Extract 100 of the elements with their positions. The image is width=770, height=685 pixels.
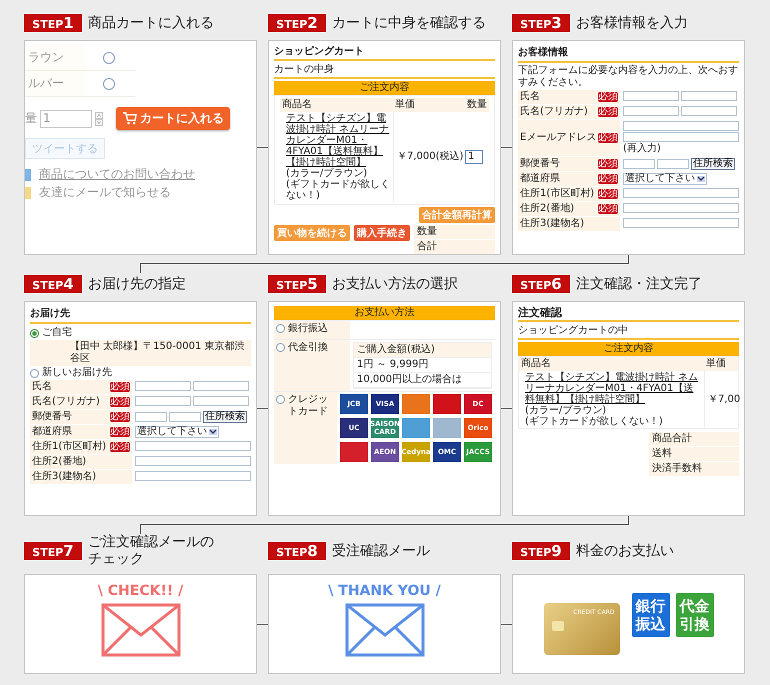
input-field[interactable] [623, 91, 679, 101]
column-header: 単価 [393, 98, 465, 112]
input-field[interactable] [623, 188, 739, 198]
input-field[interactable] [135, 396, 191, 406]
radio-button[interactable] [103, 78, 115, 90]
table-title: ご注文内容 [274, 81, 495, 95]
option-label: ご自宅 [42, 327, 72, 339]
product-option: (カラー/ブラウン) [525, 405, 702, 416]
radio-button[interactable] [276, 343, 285, 352]
input-field[interactable] [623, 218, 739, 228]
required-badge: 必須 [598, 204, 618, 214]
field-label: 住所3(建物名) [520, 218, 586, 230]
radio-button[interactable] [30, 368, 39, 378]
prefecture-select[interactable]: 選択して下さい [135, 426, 219, 438]
radio-button[interactable] [30, 328, 39, 338]
payment-method-label: クレジットカード [288, 394, 329, 418]
input-field[interactable] [135, 412, 167, 422]
payment-method-label: 銀行振込 [288, 323, 328, 335]
input-field[interactable] [135, 456, 251, 466]
column-header: 商品名 [519, 357, 704, 371]
field-note: (再入力) [623, 143, 662, 155]
input-field[interactable] [135, 471, 251, 481]
input-field[interactable] [623, 121, 739, 131]
spinner-icon[interactable] [95, 112, 103, 126]
table-title: ご注文内容 [518, 342, 739, 356]
step-title: 受注確認メール [332, 542, 430, 560]
input-field[interactable] [135, 441, 251, 451]
link[interactable]: 商品についてのお問い合わせ [39, 167, 195, 182]
address-text: 【田中 太郎様】〒150-0001 東京都渋谷区 [70, 341, 245, 364]
section-title: カートの中身 [274, 63, 495, 79]
address-search-button[interactable]: 住所検索 [203, 411, 247, 423]
required-badge: 必須 [598, 92, 618, 102]
required-badge: 必須 [110, 427, 130, 437]
input-field[interactable] [623, 106, 679, 116]
field-label: Eメールアドレス [520, 132, 598, 144]
quantity-field[interactable]: 1 [465, 150, 483, 164]
input-field[interactable] [623, 132, 739, 142]
product-link[interactable]: テスト【シチズン】電波掛け時計 ネムリーナカレンダーM01・4FYA01【送料無料】【掛け時計空間】 [525, 372, 702, 405]
input-field[interactable] [623, 159, 655, 169]
price: ￥7,00 [708, 394, 740, 406]
quantity-label: 量 [25, 111, 37, 126]
page-title: ショッピングカート [274, 45, 495, 61]
step-title: 商品カートに入れる [88, 14, 214, 32]
summary-label: 合計 [414, 240, 495, 254]
step-title: 料金のお支払い [576, 542, 674, 560]
step-badge: STEP4 [24, 275, 82, 293]
mail-caption: \ CHECK!! / [98, 585, 184, 597]
radio-button[interactable] [103, 52, 115, 64]
required-badge: 必須 [110, 382, 130, 392]
step-badge: STEP1 [24, 14, 82, 32]
payment-method-label: 代金引換 [288, 342, 328, 354]
page-title: お届け先 [30, 306, 251, 324]
required-badge: 必須 [598, 133, 618, 143]
fee-row: 10,000円以上の場合は [354, 373, 491, 388]
caret-icon [209, 429, 217, 435]
radio-button[interactable] [276, 395, 285, 404]
product-option: (カラー/ブラウン) [286, 168, 391, 179]
summary-label: 数量 [414, 225, 495, 240]
column-header: 商品名 [280, 98, 393, 112]
page-title: お客様情報 [518, 45, 739, 63]
field-label: 住所1(市区町村) [520, 188, 596, 200]
input-field[interactable] [193, 381, 249, 391]
input-field[interactable] [193, 396, 249, 406]
field-label: 郵便番号 [520, 158, 561, 170]
input-field[interactable] [681, 91, 737, 101]
step-title: チェック [88, 551, 145, 568]
step-title: お支払い方法の選択 [332, 276, 458, 292]
step-title: お届け先の指定 [88, 276, 186, 292]
input-field[interactable] [135, 381, 191, 391]
table-title: お支払い方法 [274, 306, 495, 320]
link[interactable]: 友達にメールで知らせる [39, 185, 171, 200]
input-field[interactable] [169, 412, 201, 422]
link-icon [25, 186, 31, 198]
page-title: 注文確認 [518, 306, 739, 322]
step-badge: STEP8 [268, 542, 326, 560]
summary-label: 決済手数料 [649, 462, 739, 477]
field-label: 氏名 [520, 91, 541, 103]
step-badge: STEP2 [268, 14, 326, 32]
step-title: カートに中身を確認する [332, 14, 486, 32]
product-link[interactable]: テスト【シチズン】電波掛け時計 ネムリーナカレンダーM01・4FYA01【送料無料】【掛け時計空間】 [286, 113, 391, 168]
required-badge: 必須 [598, 189, 618, 199]
checkout-button[interactable]: 購入手続き [354, 225, 410, 241]
product-option: (ギフトカードが欲しくない！) [525, 416, 702, 427]
field-label: 住所1(市区町村) [32, 441, 108, 453]
continue-shopping-button[interactable]: 買い物を続ける [274, 225, 350, 241]
quantity-field[interactable]: 1 [40, 110, 92, 128]
radio-button[interactable] [276, 324, 285, 333]
step-badge: STEP3 [512, 14, 570, 32]
option-label: ラウン [25, 45, 86, 70]
step-title: ご注文確認メールの [88, 534, 214, 551]
recalculate-button[interactable]: 合計金額再計算 [419, 207, 495, 223]
prefecture-select[interactable]: 選択して下さい [623, 173, 707, 185]
address-search-button[interactable]: 住所検索 [691, 158, 735, 170]
input-field[interactable] [657, 159, 689, 169]
input-field[interactable] [681, 106, 737, 116]
link-icon [25, 168, 31, 180]
field-label: 住所2(番地) [520, 203, 576, 215]
add-to-cart-button[interactable]: カートに入れる [116, 107, 230, 130]
section-title: ショッピングカートの中 [518, 324, 739, 340]
input-field[interactable] [623, 203, 739, 213]
